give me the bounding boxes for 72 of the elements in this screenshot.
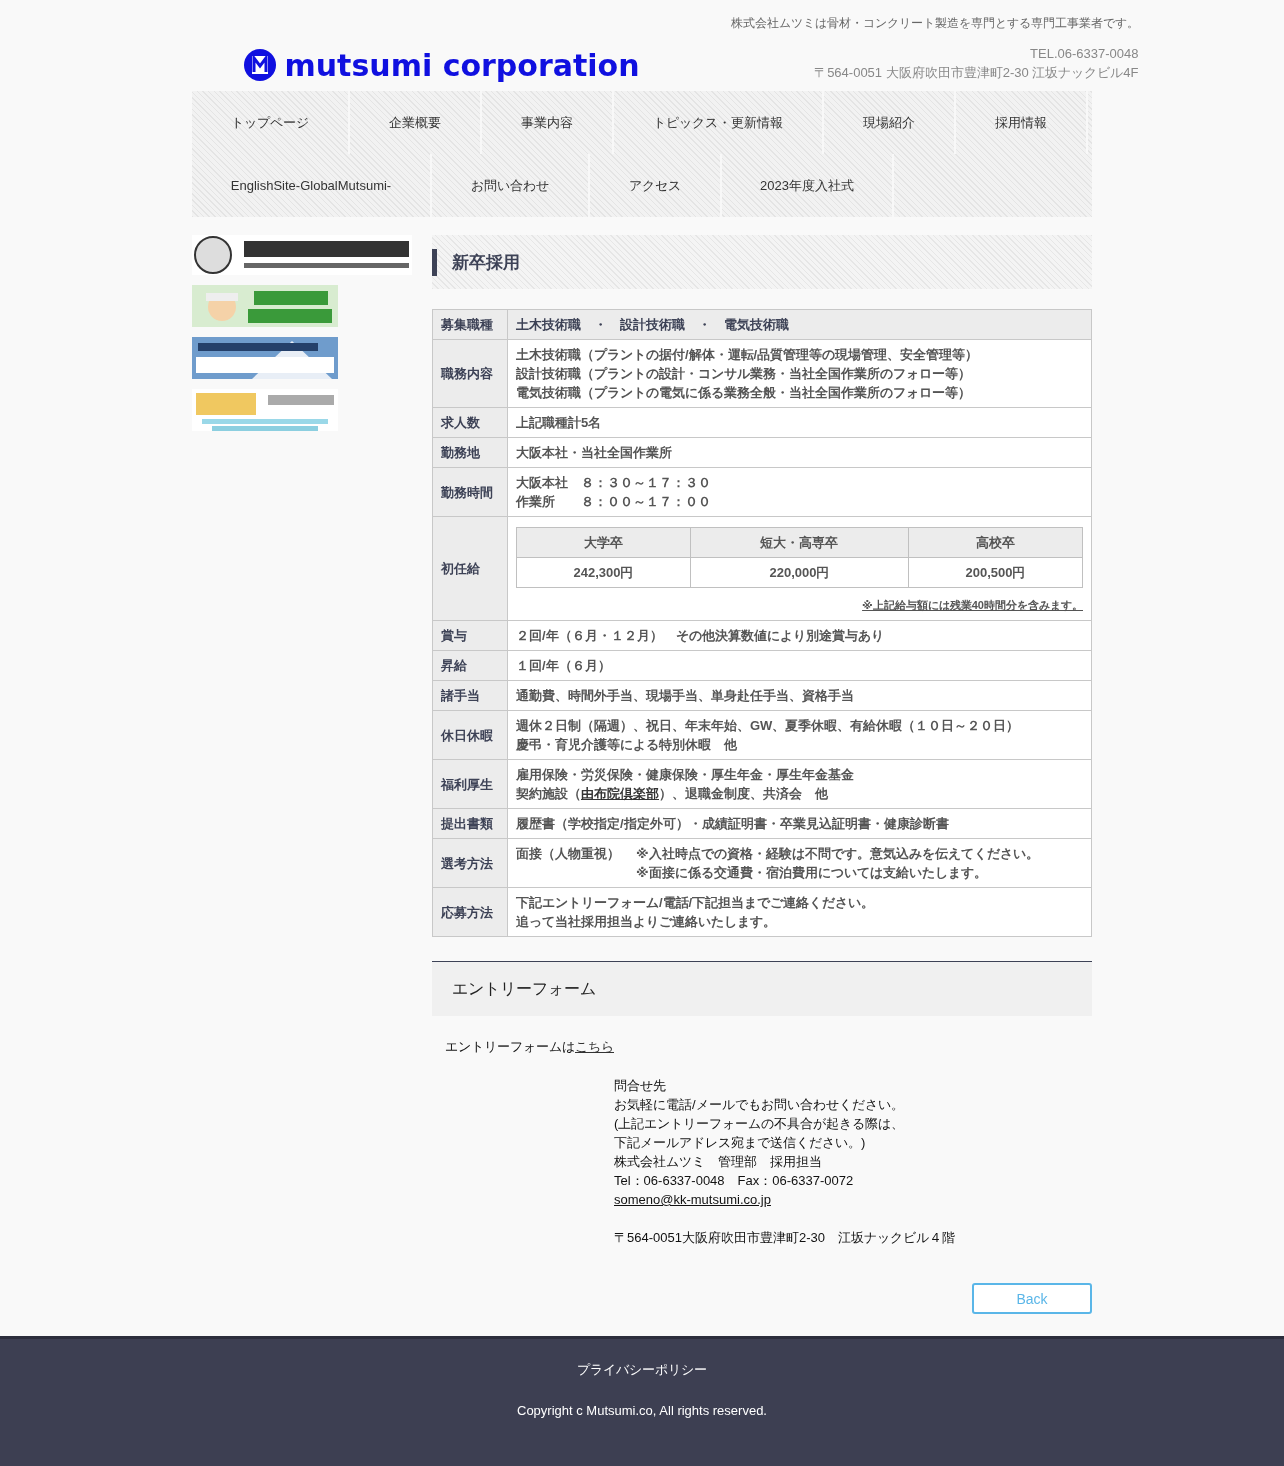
row-label: 昇給 [432,650,508,681]
logo-icon [242,48,277,82]
cell-text: １回/年（６月） [516,657,612,675]
row-label: 諸手当 [432,680,508,711]
cell-text: ※面接に係る交通費・宿泊費用については支給いたします。 [636,864,988,882]
nav-link[interactable]: 2023年度入社式 [722,154,894,217]
table-cell: 220,000円 [690,557,909,588]
cell-text: 土木技術職 ・ 設計技術職 ・ 電気技術職 [516,316,790,334]
cell-text: 作業所 ８：００～１７：００ [516,493,712,511]
row-label: 賞与 [432,620,508,651]
cell-text: ※入社時点での資格・経験は不問です。意気込みを伝えてください。 [636,845,1039,863]
nav-link[interactable]: 企業概要 [350,91,482,154]
entry-link[interactable]: こちら [575,1039,614,1054]
row-label: 職務内容 [432,339,508,408]
table-cell: 242,300円 [516,557,691,588]
row-label: 応募方法 [432,887,508,937]
nav-link[interactable]: アクセス [590,154,722,217]
email-link[interactable]: someno@kk-mutsumi.co.jp [614,1190,771,1209]
privacy-link[interactable]: プライバシーポリシー [577,1361,707,1379]
section-title: エントリーフォーム [452,978,596,999]
cell-text: 面接（人物重視） [516,845,620,863]
cell-text: 下記エントリーフォーム/電話/下記担当までご連絡ください。 [516,894,876,912]
copyright: Copyright c Mutsumi.co, All rights reserved. [517,1403,767,1418]
nav-link[interactable]: トピックス・更新情報 [614,91,824,154]
row-label: 福利厚生 [432,759,508,809]
table-cell: 200,500円 [908,557,1083,588]
cell-text: 土木技術職（プラントの据付/解体・運転/品質管理等の現場管理、安全管理等） [516,346,980,364]
cell-text: 履歴書（学校指定/指定外可）・成績証明書・卒業見込証明書・健康診断書 [516,815,950,833]
cell-text: 週休２日制（隔週）、祝日、年末年始、GW、夏季休暇、有給休暇（１０日～２０日） [516,717,1021,735]
cell-text: ２回/年（６月・１２月） その他決算数値により別途賞与あり [516,627,885,645]
row-label: 休日休暇 [432,710,508,760]
contact-text: Tel：06-6337-0048 Fax：06-6337-0072 [614,1172,854,1190]
logo-text[interactable]: mutsumi corporation [284,47,640,83]
phone-number: TEL.06-6337-0048 [1030,45,1139,63]
row-label: 勤務地 [432,437,508,468]
address: 〒564-0051 大阪府吹田市豊津町2-30 江坂ナックビル4F [814,64,1139,82]
nav-link[interactable]: 事業内容 [482,91,614,154]
contact-text: 株式会社ムツミ 管理部 採用担当 [614,1153,822,1171]
table-header: 短大・高専卒 [690,527,909,558]
row-label: 求人数 [432,407,508,438]
nav-link[interactable]: お問い合わせ [432,154,590,217]
table-header: 高校卒 [908,527,1083,558]
cell-text: 契約施設（由布院倶楽部）、退職金制度、共済会 他 [516,785,829,803]
cell-text: 設計技術職（プラントの設計・コンサル業務・当社全国作業所のフォロー等） [516,365,972,383]
cell-text: 大阪本社 ８：３０～１７：３０ [516,474,712,492]
row-label: 初任給 [432,516,508,621]
nav-link[interactable]: トップページ [192,91,350,154]
cell-text: 電気技術職（プラントの電気に係る業務全般・当社全国作業所のフォロー等） [516,384,972,402]
nav-link[interactable]: 採用情報 [956,91,1088,154]
row-label: 提出書類 [432,808,508,839]
cell-text: 大阪本社・当社全国作業所 [516,444,673,462]
contact-text: 下記メールアドレス宛まで送信ください。) [614,1134,866,1152]
cell-text: 通勤費、時間外手当、現場手当、単身赴任手当、資格手当 [516,687,855,705]
tagline: 株式会社ムツミは骨材・コンクリート製造を専門とする専門工事業者です。 [730,15,1139,32]
cell-text: 上記職種計5名 [516,414,603,432]
cell-text: 雇用保険・労災保険・健康保険・厚生年金・厚生年金基金 [516,766,855,784]
cell-text: 追って当社採用担当よりご連絡いたします。 [516,913,777,931]
contact-text: 問合せ先 [614,1077,666,1095]
contact-text: お気軽に電話/メールでもお問い合わせください。 [614,1096,904,1114]
row-label: 勤務時間 [432,467,508,517]
contact-address: 〒564-0051大阪府吹田市豊津町2-30 江坂ナックビル４階 [614,1229,955,1247]
cell-text: 慶弔・育児介護等による特別休暇 他 [516,736,738,754]
page-title: 新卒採用 [432,248,520,276]
nav-link[interactable]: 現場紹介 [824,91,956,154]
contact-text: (上記エントリーフォームの不具合が起きる際は、 [614,1115,905,1133]
table-header: 大学卒 [516,527,691,558]
row-label: 募集職種 [432,309,508,340]
nav-link[interactable]: EnglishSite-GlobalMutsumi- [192,154,432,217]
club-link[interactable]: 由布院倶楽部 [581,786,659,801]
entry-text: エントリーフォームはこちら [445,1038,615,1056]
row-label: 選考方法 [432,838,508,888]
salary-note: ※上記給与額には残業40時間分を含みます。 [861,598,1083,613]
